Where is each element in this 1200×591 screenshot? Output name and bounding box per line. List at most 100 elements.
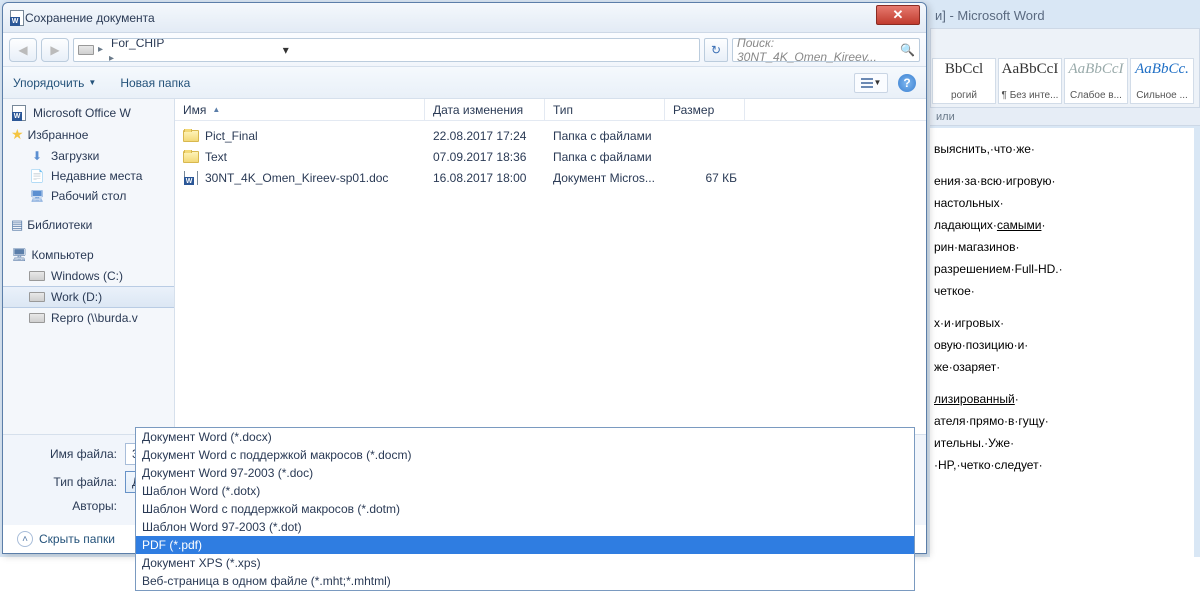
hide-folders-button[interactable]: ˄ Скрыть папки xyxy=(17,531,115,547)
style-sample: AaBbCcI xyxy=(1065,61,1127,78)
document-paragraph: х·и·игровых·овую·позицию·и·же·озаряет· xyxy=(934,312,1190,378)
file-size-cell: 67 КБ xyxy=(665,171,745,185)
drive-icon xyxy=(29,269,45,283)
document-paragraph: ения·за·всю·игровую·настольных·ладающих·… xyxy=(934,170,1190,302)
style-name: Сильное ... xyxy=(1131,90,1193,101)
collapse-icon: ˄ xyxy=(17,531,33,547)
style-gallery: BbCcl рогий AaBbCcI ¶ Без инте... AaBbCcI Сла… xyxy=(932,58,1194,104)
file-modified-cell: 07.09.2017 18:36 xyxy=(425,150,545,164)
nav-pane: Microsoft Office W ★ Избранное ⬇Загрузки… xyxy=(3,99,175,434)
breadcrumb-bar[interactable]: ▸ Work (D:)▸CHIP_Work▸For_CHIP▸CHIP_Spec… xyxy=(73,38,700,62)
filetype-option[interactable]: Шаблон Word 97-2003 (*.dot) xyxy=(136,518,914,536)
drive-icon xyxy=(29,311,45,325)
star-icon: ★ xyxy=(11,126,24,143)
filetype-option[interactable]: Веб-страница в одном файле (*.mht;*.mhtm… xyxy=(136,572,914,590)
folder-icon xyxy=(183,129,199,143)
save-dialog: Сохранение документа ✕ ◀ ▶ ▸ Work (D:)▸C… xyxy=(2,2,927,554)
filetype-label: Тип файла: xyxy=(17,475,117,489)
file-modified-cell: 22.08.2017 17:24 xyxy=(425,129,545,143)
context-app[interactable]: Microsoft Office W xyxy=(3,103,174,123)
search-placeholder: Поиск: 30NT_4K_Omen_Kireev... xyxy=(737,36,896,64)
help-button[interactable]: ? xyxy=(898,74,916,92)
style-name: Слабое в... xyxy=(1065,90,1127,101)
document-paragraph: выяснить,·что·же· xyxy=(934,138,1190,160)
style-sample: AaBbCc. xyxy=(1131,61,1193,78)
breadcrumb-dropdown-icon[interactable]: ▾ xyxy=(278,43,294,57)
column-header-size[interactable]: Размер xyxy=(665,99,745,120)
new-folder-button[interactable]: Новая папка xyxy=(120,76,190,90)
nav-item-icon: ⬇ xyxy=(29,149,45,163)
file-list: Имя▲ Дата изменения Тип Размер Pict_Fina… xyxy=(175,99,926,434)
search-icon: 🔍 xyxy=(900,43,915,57)
nav-item-icon: 🖥 xyxy=(29,189,45,203)
titlebar[interactable]: Сохранение документа ✕ xyxy=(3,3,926,33)
libraries-header[interactable]: ▤ Библиотеки xyxy=(3,214,174,236)
nav-back-button[interactable]: ◀ xyxy=(9,38,37,62)
drive-icon xyxy=(29,290,45,304)
sidebar-drive-item[interactable]: Windows (C:) xyxy=(3,266,174,286)
file-row[interactable]: Text07.09.2017 18:36Папка с файлами xyxy=(175,146,926,167)
document-paragraph: лизированный·ателя·прямо·в·гущу·ительны.… xyxy=(934,388,1190,476)
file-type-cell: Документ Micros... xyxy=(545,171,665,185)
column-header-type[interactable]: Тип xyxy=(545,99,665,120)
column-header-name[interactable]: Имя▲ xyxy=(175,99,425,120)
chevron-down-icon: ▼ xyxy=(88,78,96,87)
style-option[interactable]: AaBbCc. Сильное ... xyxy=(1130,58,1194,104)
close-button[interactable]: ✕ xyxy=(876,5,920,25)
filetype-option[interactable]: Шаблон Word (*.dotx) xyxy=(136,482,914,500)
sidebar-item[interactable]: 🖥Рабочий стол xyxy=(3,186,174,206)
word-app-icon xyxy=(11,106,27,120)
style-sample: BbCcl xyxy=(933,61,995,78)
sidebar-item[interactable]: ⬇Загрузки xyxy=(3,146,174,166)
column-header-modified[interactable]: Дата изменения xyxy=(425,99,545,120)
file-type-cell: Папка с файлами xyxy=(545,150,665,164)
file-row[interactable]: 30NT_4K_Omen_Kireev-sp01.doc16.08.2017 1… xyxy=(175,167,926,188)
nav-item-icon: 📄 xyxy=(29,169,45,183)
chevron-right-icon[interactable]: ▸ xyxy=(96,44,105,55)
style-name: рогий xyxy=(933,90,995,101)
filetype-dropdown[interactable]: Документ Word (*.docx)Документ Word с по… xyxy=(135,427,915,591)
drive-icon xyxy=(78,43,94,57)
file-header-row: Имя▲ Дата изменения Тип Размер xyxy=(175,99,926,121)
filetype-option[interactable]: Документ Word 97-2003 (*.doc) xyxy=(136,464,914,482)
filetype-option[interactable]: Документ Word (*.docx) xyxy=(136,428,914,446)
file-row[interactable]: Pict_Final22.08.2017 17:24Папка с файлам… xyxy=(175,125,926,146)
sort-asc-icon: ▲ xyxy=(212,105,220,114)
sidebar-item[interactable]: 📄Недавние места xyxy=(3,166,174,186)
authors-label: Авторы: xyxy=(17,499,117,513)
sidebar-drive-item[interactable]: Repro (\\burda.v xyxy=(3,308,174,328)
nav-forward-button[interactable]: ▶ xyxy=(41,38,69,62)
address-bar-row: ◀ ▶ ▸ Work (D:)▸CHIP_Work▸For_CHIP▸CHIP_… xyxy=(3,33,926,67)
sidebar-drive-item[interactable]: Work (D:) xyxy=(3,286,174,308)
search-input[interactable]: Поиск: 30NT_4K_Omen_Kireev... 🔍 xyxy=(732,38,920,62)
style-option[interactable]: AaBbCcI Слабое в... xyxy=(1064,58,1128,104)
file-name-cell: Pict_Final xyxy=(175,129,425,143)
libraries-icon: ▤ xyxy=(11,217,23,233)
chevron-down-icon: ▼ xyxy=(874,78,882,87)
file-type-cell: Папка с файлами xyxy=(545,129,665,143)
toolbar: Упорядочить▼ Новая папка ▼ ? xyxy=(3,67,926,99)
filetype-option[interactable]: Шаблон Word с поддержкой макросов (*.dot… xyxy=(136,500,914,518)
file-name-cell: 30NT_4K_Omen_Kireev-sp01.doc xyxy=(175,171,425,185)
style-option[interactable]: BbCcl рогий xyxy=(932,58,996,104)
favorites-header[interactable]: ★ Избранное xyxy=(3,123,174,146)
view-mode-button[interactable]: ▼ xyxy=(854,73,888,93)
filetype-option[interactable]: PDF (*.pdf) xyxy=(136,536,914,554)
style-sample: AaBbCcI xyxy=(999,61,1061,78)
filetype-option[interactable]: Документ Word с поддержкой макросов (*.d… xyxy=(136,446,914,464)
computer-header[interactable]: 🖥 Компьютер xyxy=(3,244,174,266)
filename-label: Имя файла: xyxy=(17,447,117,461)
folder-icon xyxy=(183,150,199,164)
ribbon-substrip: или xyxy=(930,108,1200,126)
doc-icon xyxy=(183,171,199,185)
breadcrumb-part[interactable]: For_CHIP xyxy=(107,38,276,50)
chevron-right-icon[interactable]: ▸ xyxy=(107,53,116,62)
style-name: ¶ Без инте... xyxy=(999,90,1061,101)
style-option[interactable]: AaBbCcI ¶ Без инте... xyxy=(998,58,1062,104)
refresh-button[interactable]: ↻ xyxy=(704,38,728,62)
word-title: и] - Microsoft Word xyxy=(935,8,1045,23)
document-body: выяснить,·что·же· ения·за·всю·игровую·нас… xyxy=(930,128,1194,557)
computer-icon: 🖥 xyxy=(11,247,28,263)
word-app-icon xyxy=(9,11,25,25)
organize-button[interactable]: Упорядочить▼ xyxy=(13,76,96,90)
